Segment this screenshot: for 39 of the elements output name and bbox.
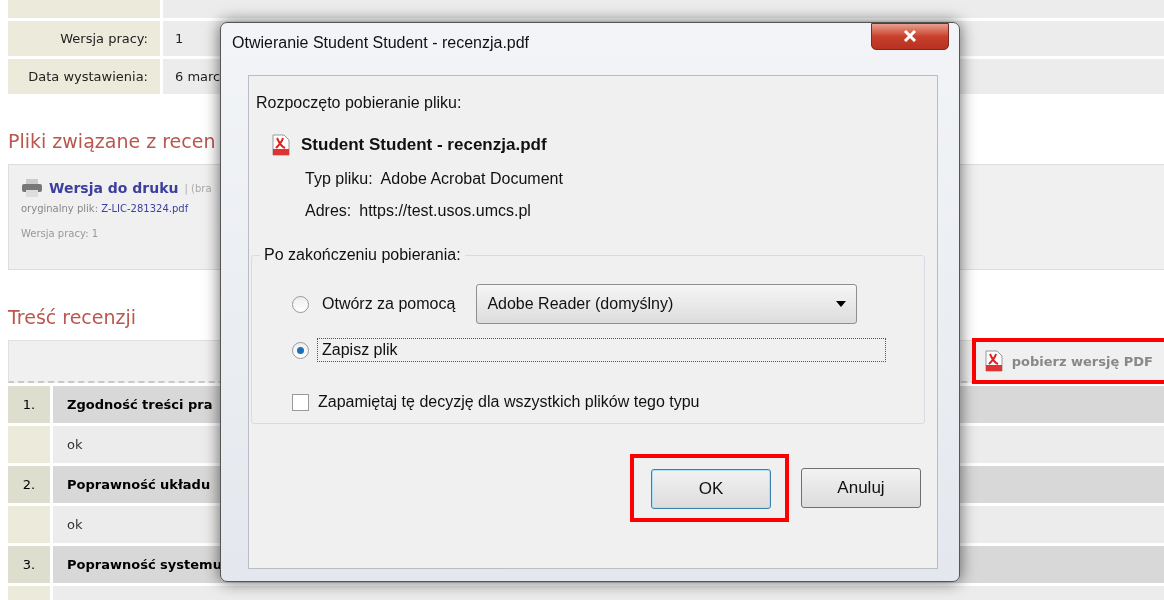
dialog-button[interactable]: OK (651, 469, 771, 509)
file-type-value: Adobe Acrobat Document (380, 170, 563, 188)
printer-icon (21, 179, 43, 197)
group-legend: Po zakończeniu pobierania: (260, 246, 465, 264)
pdf-file-icon (271, 134, 291, 156)
field-label: Wersja pracy: (8, 21, 160, 56)
note-text: | (bra (184, 182, 212, 194)
section-heading: Treść recenzji (8, 306, 137, 328)
radio-button[interactable] (292, 295, 309, 313)
number-cell (8, 506, 50, 543)
original-file-label: oryginalny plik: (21, 203, 99, 214)
address-label: Adres: (305, 202, 352, 220)
app-dropdown[interactable]: Adobe Reader (domyślny) (476, 284, 858, 324)
address-value: https://test.usos.umcs.pl (359, 202, 531, 220)
field-label: Data wystawienia: (8, 59, 160, 94)
dialog-button[interactable]: Anuluj (801, 468, 921, 508)
intro-text: Rozpoczęto pobieranie pliku: (256, 94, 462, 112)
section-heading: Pliki związane z recen (8, 130, 216, 152)
file-name: Student Student - recenzja.pdf (301, 135, 547, 155)
row-number: 3. (8, 546, 50, 583)
original-file-link[interactable]: Z-LIC-281324.pdf (101, 203, 189, 214)
radio-label[interactable]: Otwórz za pomocą (317, 292, 461, 316)
pdf-file-icon (983, 350, 1004, 372)
radio-label[interactable]: Zapisz plik (317, 338, 886, 362)
file-type-label: Typ pliku: (305, 170, 373, 188)
close-button[interactable] (871, 22, 949, 50)
dropdown-arrow-icon (836, 301, 847, 307)
row-number: 1. (8, 386, 50, 423)
print-version-link[interactable]: Wersja do druku (49, 180, 179, 196)
checkbox-label[interactable]: Zapamiętaj tę decyzję dla wszystkich plików tego typu (318, 393, 700, 411)
checkbox[interactable] (292, 393, 309, 411)
radio-button[interactable] (292, 341, 309, 359)
number-cell (8, 426, 50, 463)
field-value: 6 marc (175, 69, 221, 84)
row-number: 2. (8, 466, 50, 503)
field-value: 1 (175, 31, 184, 46)
close-icon (903, 30, 917, 42)
version-text: Wersja pracy: 1 (21, 228, 100, 239)
dialog-title: Otwieranie Student Student - recenzja.pdf (232, 34, 530, 52)
